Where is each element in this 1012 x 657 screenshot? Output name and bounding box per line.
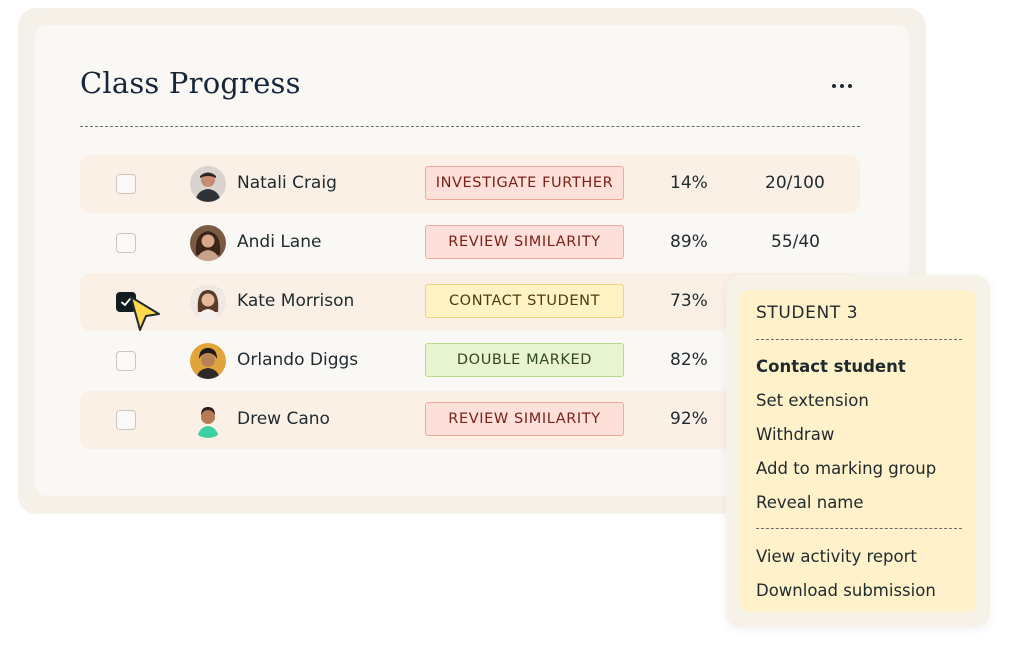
status-badge: INVESTIGATE FURTHER [425, 166, 624, 200]
avatar [190, 402, 226, 438]
student-row[interactable]: Andi Lane REVIEW SIMILARITY 89% 55/40 [80, 214, 860, 272]
student-score: 55/40 [771, 232, 820, 252]
similarity-percent: 89% [670, 232, 708, 252]
similarity-percent: 82% [670, 350, 708, 370]
context-menu: STUDENT 3 Contact student Set extension … [740, 290, 976, 612]
menu-item-add-to-marking-group[interactable]: Add to marking group [756, 459, 936, 478]
row-checkbox[interactable] [116, 351, 136, 371]
avatar [190, 343, 226, 379]
student-name: Andi Lane [237, 232, 322, 252]
student-score: 20/100 [765, 173, 825, 193]
menu-item-reveal-name[interactable]: Reveal name [756, 493, 864, 512]
row-checkbox[interactable] [116, 174, 136, 194]
header-divider [80, 126, 860, 127]
menu-divider [756, 528, 962, 529]
avatar [190, 284, 226, 320]
similarity-percent: 14% [670, 173, 708, 193]
student-name: Drew Cano [237, 409, 330, 429]
menu-item-view-activity-report[interactable]: View activity report [756, 547, 917, 566]
student-name: Orlando Diggs [237, 350, 359, 370]
row-checkbox[interactable] [116, 410, 136, 430]
student-row[interactable]: Natali Craig INVESTIGATE FURTHER 14% 20/… [80, 155, 860, 213]
student-name: Kate Morrison [237, 291, 355, 311]
menu-item-set-extension[interactable]: Set extension [756, 391, 869, 410]
menu-divider [756, 339, 962, 340]
menu-item-withdraw[interactable]: Withdraw [756, 425, 834, 444]
avatar [190, 166, 226, 202]
status-badge: DOUBLE MARKED [425, 343, 624, 377]
row-checkbox[interactable] [116, 233, 136, 253]
mouse-pointer-icon [130, 296, 160, 331]
similarity-percent: 92% [670, 409, 708, 429]
page-title: Class Progress [80, 66, 301, 100]
status-badge: REVIEW SIMILARITY [425, 225, 624, 259]
status-badge: CONTACT STUDENT [425, 284, 624, 318]
avatar [190, 225, 226, 261]
context-menu-title: STUDENT 3 [756, 303, 859, 323]
student-name: Natali Craig [237, 173, 337, 193]
similarity-percent: 73% [670, 291, 708, 311]
menu-item-contact-student[interactable]: Contact student [756, 357, 906, 376]
status-badge: REVIEW SIMILARITY [425, 402, 624, 436]
more-options-button[interactable] [826, 72, 858, 100]
menu-item-download-submission[interactable]: Download submission [756, 581, 936, 600]
